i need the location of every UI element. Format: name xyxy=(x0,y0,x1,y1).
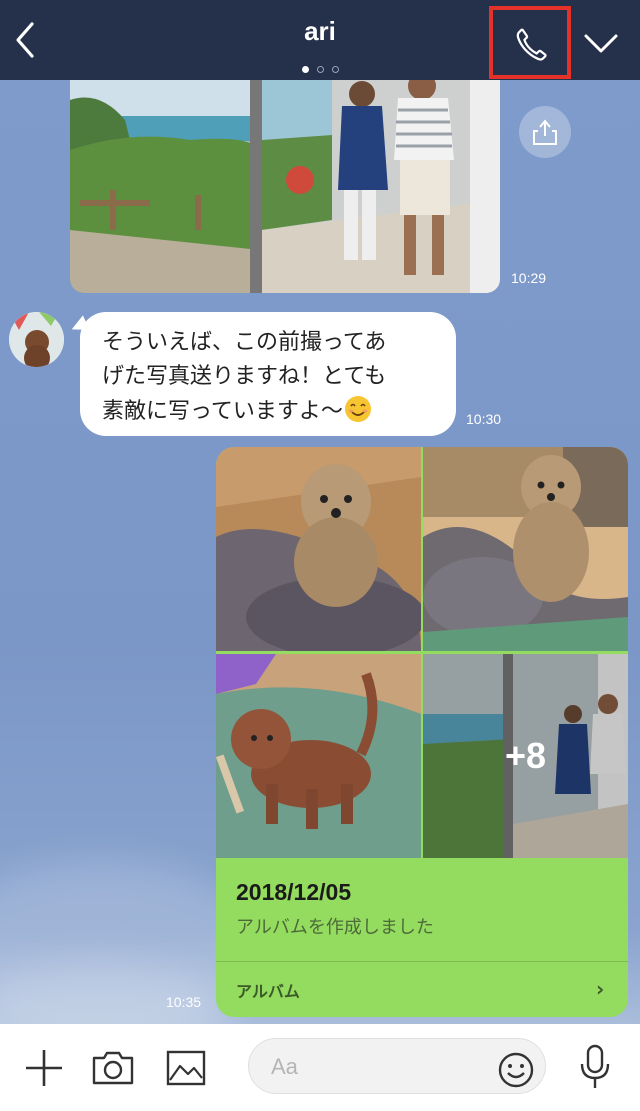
album-subtitle: アルバムを作成しました xyxy=(236,917,434,938)
album-date: 2018/12/05 xyxy=(236,879,352,905)
call-button[interactable] xyxy=(489,6,571,79)
camera-icon xyxy=(92,1051,134,1085)
image-button[interactable] xyxy=(166,1050,206,1090)
phone-icon xyxy=(516,28,547,61)
chevron-right-icon: › xyxy=(596,977,605,1001)
photo-dog-room xyxy=(423,447,628,651)
emoji-button[interactable] xyxy=(497,1051,535,1093)
share-button[interactable] xyxy=(519,106,571,158)
album-link[interactable]: アルバム xyxy=(236,978,300,1002)
album-photo-more[interactable]: +8 xyxy=(423,654,628,858)
more-photos-count: +8 xyxy=(423,654,628,858)
input-bar xyxy=(0,1024,640,1111)
chat-area[interactable]: 10:29 そういえば、この前撮ってあ げた写真送りますね！とても 素敵に写って… xyxy=(0,80,640,1024)
album-photo[interactable] xyxy=(423,447,628,651)
mic-button[interactable] xyxy=(578,1044,612,1094)
chat-header: ari xyxy=(0,0,640,80)
menu-button[interactable] xyxy=(580,26,622,62)
message-time: 10:30 xyxy=(466,411,502,427)
image-icon xyxy=(166,1050,206,1086)
message-time: 10:29 xyxy=(511,270,547,286)
plus-icon xyxy=(26,1050,62,1086)
page-dot xyxy=(331,66,339,73)
add-button[interactable] xyxy=(24,1048,64,1092)
chevron-down-icon xyxy=(584,34,618,53)
page-dot xyxy=(316,66,324,73)
smiling-face-emoji xyxy=(344,396,371,422)
photo-beach-people xyxy=(70,80,500,293)
photo-dog-cushion xyxy=(216,447,421,651)
avatar-dog-photo xyxy=(9,312,64,367)
incoming-message-bubble[interactable]: そういえば、この前撮ってあ げた写真送りますね！とても 素敵に写っていますよ〜 xyxy=(80,312,456,436)
album-photo[interactable] xyxy=(216,447,421,651)
message-input[interactable] xyxy=(269,1049,493,1085)
album-photo[interactable] xyxy=(216,654,421,858)
share-icon xyxy=(533,119,557,145)
camera-button[interactable] xyxy=(92,1050,134,1090)
microphone-icon xyxy=(580,1044,610,1088)
page-dot-active xyxy=(301,66,309,73)
avatar[interactable] xyxy=(9,312,64,367)
message-input-box[interactable] xyxy=(248,1038,546,1094)
photo-dog-rug xyxy=(216,654,421,858)
received-photo[interactable] xyxy=(70,80,500,293)
emoji-icon xyxy=(498,1052,534,1088)
divider xyxy=(216,961,628,962)
album-message[interactable]: +8 2018/12/05 アルバムを作成しました アルバム › xyxy=(216,447,628,1017)
message-time: 10:35 xyxy=(166,994,202,1010)
